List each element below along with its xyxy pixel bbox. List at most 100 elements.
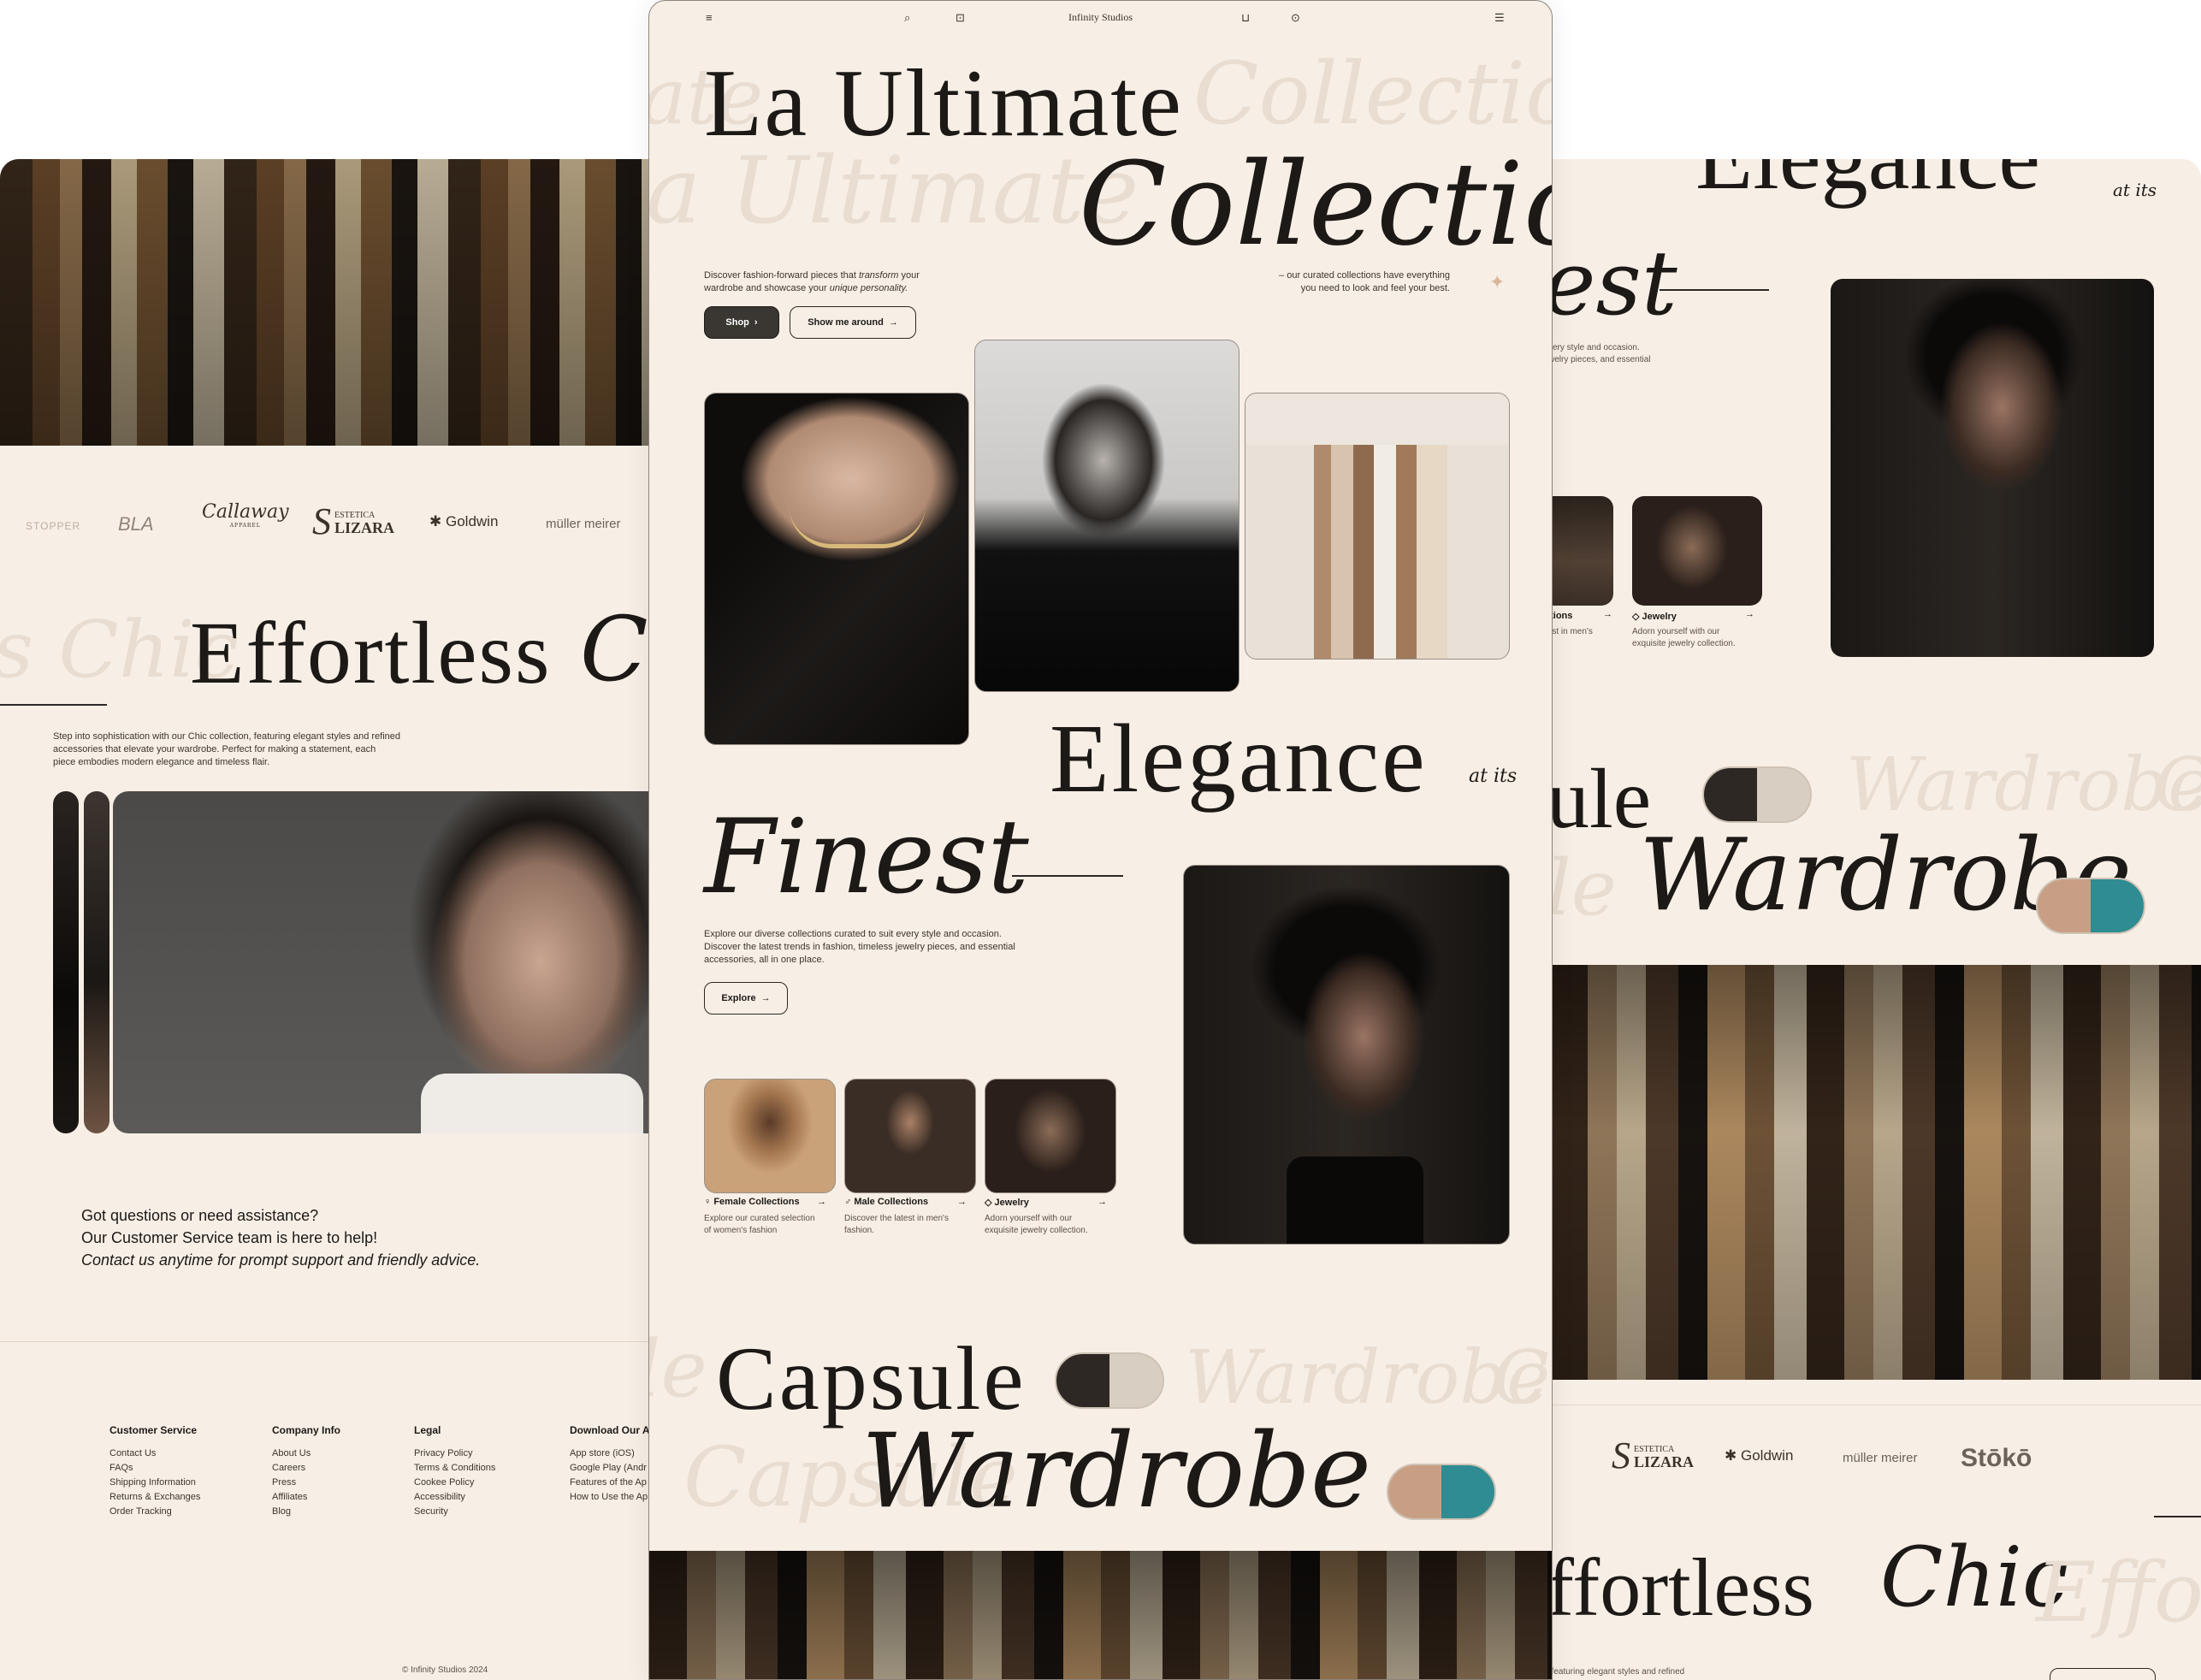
effortless-title-cut: ffortless	[1550, 1541, 1814, 1633]
footer-link[interactable]: Careers	[272, 1461, 340, 1476]
hero-side-text: – our curated collections have everythin…	[1279, 270, 1450, 293]
male-collections-link[interactable]: ♂ Male Collections	[844, 1197, 928, 1207]
finest-script-title: Finest	[704, 798, 1029, 917]
bag-icon[interactable]: ⊡	[956, 11, 965, 25]
brand-muller: müller meirer	[546, 517, 621, 531]
footer-link[interactable]: Google Play (Andr	[570, 1461, 650, 1476]
user-icon[interactable]: ⊙	[1291, 11, 1300, 25]
elegance-title-cut: Elegance	[1695, 159, 2040, 211]
footer-link[interactable]: Blog	[272, 1505, 340, 1519]
ghost-ca-text: Ca	[1493, 1335, 1552, 1421]
footer-company-info: Company Info About Us Careers Press Affi…	[272, 1423, 340, 1519]
show-me-around-button[interactable]: Show me around →	[790, 306, 916, 339]
woman-portrait-image	[113, 791, 652, 1133]
copyright: © Infinity Studios 2024	[402, 1665, 488, 1675]
brand-callaway: Callaway APPAREL	[202, 501, 289, 529]
shop-button[interactable]: Shop ›	[704, 306, 779, 339]
jewelry-desc: Adorn yourself with our exquisite jewelry…	[985, 1214, 1088, 1235]
footer-link[interactable]: Contact Us	[109, 1446, 200, 1461]
footer-legal: Legal Privacy Policy Terms & Conditions …	[414, 1423, 495, 1519]
ghost-effort-text: Effort	[2036, 1545, 2201, 1641]
cart-icon[interactable]: ⊔	[1241, 11, 1250, 25]
footer-link[interactable]: Security	[414, 1505, 495, 1519]
category-title-cut[interactable]: ctions	[1550, 611, 1572, 621]
capsule-title-cut: ule	[1550, 751, 1652, 846]
necklace-image	[704, 393, 969, 745]
footer-link[interactable]: Order Tracking	[109, 1505, 200, 1519]
chevron-right-icon: ›	[754, 317, 758, 328]
footer-link[interactable]: Terms & Conditions	[414, 1461, 495, 1476]
brand-bla: BLA	[118, 513, 154, 535]
ghost-ca-text: Ca	[2154, 742, 2201, 828]
brand-estetica-lizara: S ESTETICA LIZARA	[312, 500, 395, 542]
brand-stoko: Stōkō	[1961, 1444, 2032, 1472]
brand-name[interactable]: Infinity Studios	[1068, 11, 1133, 24]
finest-divider	[1012, 875, 1123, 877]
footer-download: Download Our A App store (iOS) Google Pl…	[570, 1423, 650, 1505]
portrait-strip-1	[53, 791, 79, 1133]
brand-goldwin: ✱ Goldwin	[429, 513, 499, 529]
footer-link[interactable]: How to Use the Ap	[570, 1490, 650, 1505]
at-its-label: at its	[2113, 180, 2157, 200]
wardrobe-script-title: Wardrobe	[861, 1412, 1372, 1531]
jewelry-link[interactable]: ◇ Jewelry	[985, 1197, 1029, 1208]
chic-script-title: Ch	[580, 597, 652, 701]
jewelry-category-desc: Adorn yourself with our exquisite jewelry…	[1632, 627, 1736, 648]
male-collection-image-cut	[1550, 496, 1613, 606]
arrow-right-icon[interactable]: →	[817, 1197, 826, 1207]
footer-link[interactable]: Press	[272, 1476, 340, 1490]
arrow-right-icon[interactable]: →	[1098, 1197, 1107, 1207]
ghost-collection-text: Collection	[1193, 44, 1552, 144]
capsule-pill-image	[1702, 766, 1812, 823]
search-icon[interactable]: ⌕	[904, 11, 910, 25]
brand-muller: müller meirer	[1843, 1451, 1918, 1465]
footer-link[interactable]: Shipping Information	[109, 1476, 200, 1490]
ghost-wardrobe-text: Wardrobe	[1846, 742, 2201, 828]
elegance-description-cut: very style and occasion. welry pieces, an…	[1550, 343, 1651, 364]
capsule-pill-image	[1055, 1352, 1164, 1409]
finest-script-cut: est	[1550, 231, 1677, 335]
arrow-right-icon[interactable]: →	[957, 1197, 967, 1207]
brand-callaway-sub: APPAREL	[229, 523, 261, 529]
footer-link[interactable]: Privacy Policy	[414, 1446, 495, 1461]
finest-divider	[1660, 289, 1769, 291]
settings-icon[interactable]: ☰	[1494, 11, 1505, 25]
female-collection-image	[704, 1079, 836, 1193]
ghost-le-text: le	[649, 1323, 707, 1415]
footer-link[interactable]: FAQs	[109, 1461, 200, 1476]
explore-button-cut[interactable]	[2050, 1668, 2156, 1680]
footer-link[interactable]: Returns & Exchanges	[109, 1490, 200, 1505]
female-collections-link[interactable]: ♀ Female Collections	[704, 1197, 800, 1207]
footer-link[interactable]: App store (iOS)	[570, 1446, 650, 1461]
gem-icon: ◇	[985, 1198, 992, 1208]
male-collection-image	[844, 1079, 976, 1193]
footer-link[interactable]: Cookee Policy	[414, 1476, 495, 1490]
gem-icon: ◇	[1632, 612, 1640, 622]
explore-button[interactable]: Explore →	[704, 982, 788, 1015]
footer-link[interactable]: About Us	[272, 1446, 340, 1461]
divider-line	[0, 704, 107, 706]
effortless-title: Effortless	[190, 604, 552, 702]
chic-divider	[2154, 1516, 2201, 1517]
male-icon: ♂	[844, 1197, 852, 1207]
clothing-rack-image	[1245, 393, 1510, 660]
brand-stopper: STOPPER	[26, 520, 81, 532]
arrow-right-icon[interactable]: →	[1745, 609, 1754, 619]
menu-icon[interactable]: ≡	[706, 11, 713, 24]
female-icon: ♀	[704, 1197, 712, 1207]
category-desc-cut: test in men's	[1550, 627, 1593, 636]
jewelry-image	[985, 1079, 1116, 1193]
portrait-strip-2	[84, 791, 109, 1133]
footer-link[interactable]: Affiliates	[272, 1490, 340, 1505]
footer-link[interactable]: Accessibility	[414, 1490, 495, 1505]
jewelry-category-title[interactable]: ◇ Jewelry	[1632, 611, 1677, 622]
sparkle-icon: ✦	[1489, 271, 1506, 293]
male-collections-desc: Discover the latest in men's fashion.	[844, 1214, 949, 1235]
arrow-right-icon[interactable]: →	[1603, 609, 1612, 619]
jewelry-image	[1632, 496, 1762, 606]
arrow-right-icon: →	[888, 317, 898, 328]
hat-woman-portrait-image	[1183, 865, 1510, 1245]
footer-link[interactable]: Features of the Ap	[570, 1476, 650, 1490]
elegance-title: Elegance	[1050, 704, 1428, 813]
hat-woman-portrait-image	[1831, 279, 2154, 657]
